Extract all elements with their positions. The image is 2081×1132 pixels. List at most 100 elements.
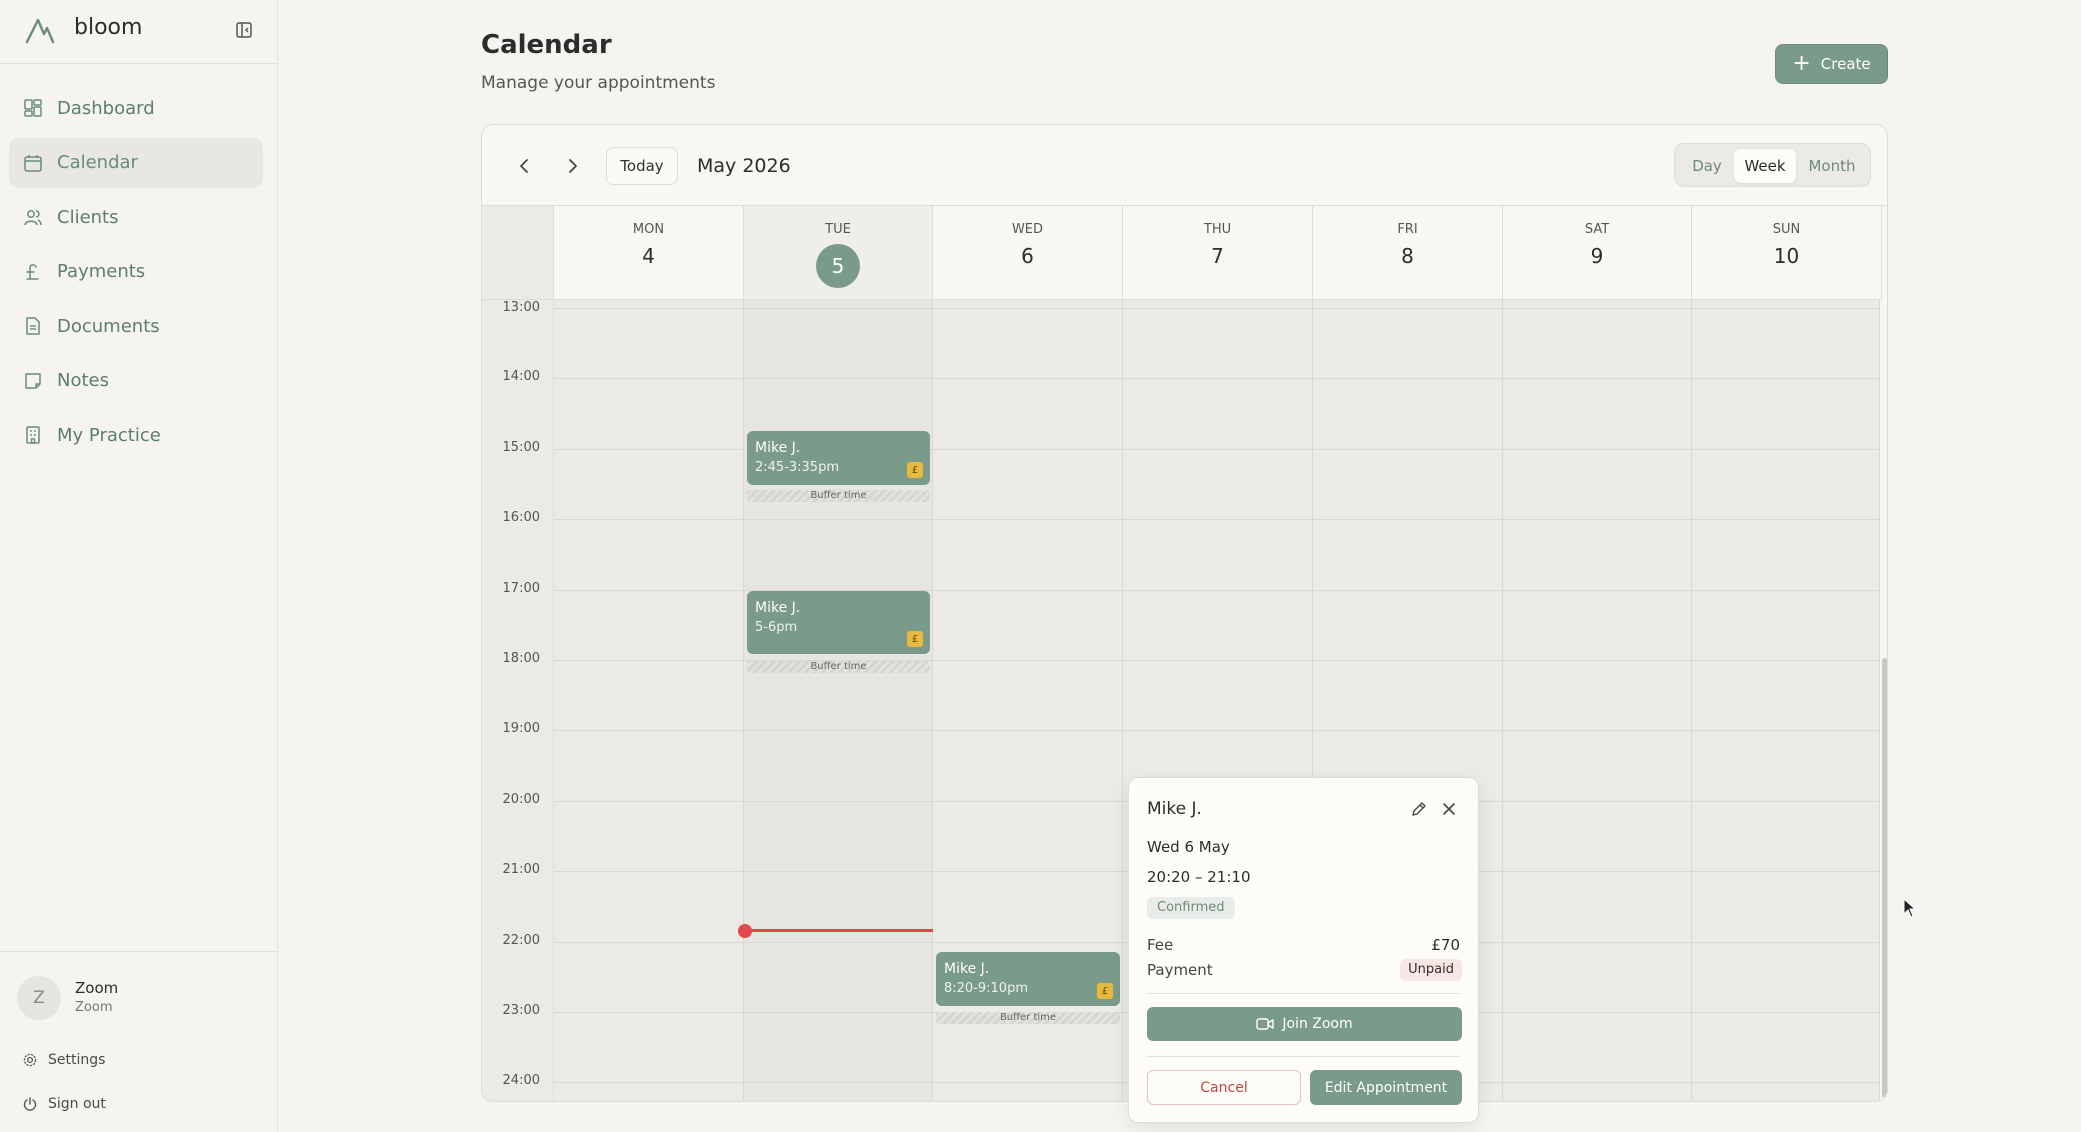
settings-link[interactable]: Settings bbox=[22, 1052, 105, 1068]
sidebar-item-label: Clients bbox=[57, 206, 119, 228]
time-gutter: 13:00 14:00 15:00 16:00 17:00 18:00 19:0… bbox=[482, 300, 554, 1101]
popover-time: 20:20 – 21:10 bbox=[1147, 868, 1251, 886]
chevron-right-icon[interactable] bbox=[561, 155, 583, 177]
fee-badge-icon: £ bbox=[907, 462, 923, 478]
edit-appointment-button[interactable]: Edit Appointment bbox=[1310, 1070, 1462, 1105]
day-header[interactable]: MON 4 bbox=[554, 206, 744, 300]
calendar-icon bbox=[24, 154, 42, 172]
sidebar-item-label: Documents bbox=[57, 315, 160, 337]
view-day-button[interactable]: Day bbox=[1681, 149, 1733, 183]
day-header[interactable]: WED 6 bbox=[933, 206, 1123, 300]
sidebar-item-payments[interactable]: Payments bbox=[9, 247, 263, 297]
today-day-number: 5 bbox=[816, 244, 860, 288]
day-header[interactable]: THU 7 bbox=[1123, 206, 1313, 300]
note-icon bbox=[25, 372, 41, 389]
document-icon bbox=[26, 317, 40, 335]
bloom-logo-icon bbox=[25, 18, 55, 44]
sidebar-collapse-icon[interactable] bbox=[234, 20, 254, 40]
appointment-client: Mike J. bbox=[944, 961, 990, 977]
appointment-block[interactable]: Mike J. 5-6pm £ bbox=[747, 591, 930, 654]
hour-label: 14:00 bbox=[502, 369, 540, 384]
sidebar-item-label: Payments bbox=[57, 261, 146, 282]
pencil-icon[interactable] bbox=[1409, 799, 1429, 819]
sidebar-item-label: Notes bbox=[57, 370, 109, 391]
day-header-today[interactable]: TUE 5 bbox=[744, 206, 933, 300]
cancel-appointment-button[interactable]: Cancel bbox=[1147, 1070, 1301, 1105]
building-icon bbox=[26, 426, 40, 444]
hour-label: 21:00 bbox=[502, 862, 540, 877]
fee-badge-icon: £ bbox=[1097, 983, 1113, 999]
appointment-time: 8:20-9:10pm bbox=[944, 981, 1028, 996]
hour-gridline bbox=[554, 308, 1880, 309]
buffer-time: Buffer time bbox=[747, 490, 930, 502]
brand-name: bloom bbox=[74, 15, 143, 40]
payment-status-badge: Unpaid bbox=[1400, 959, 1462, 981]
hour-gridline bbox=[554, 730, 1880, 731]
join-zoom-label: Join Zoom bbox=[1282, 1016, 1353, 1032]
create-label: Create bbox=[1820, 55, 1871, 73]
appointment-time: 2:45-3:35pm bbox=[755, 460, 839, 475]
month-label: May 2026 bbox=[697, 155, 791, 177]
user-subtitle: Zoom bbox=[75, 1000, 113, 1015]
day-header[interactable]: SAT 9 bbox=[1503, 206, 1692, 300]
power-icon bbox=[23, 1097, 37, 1111]
day-number: 4 bbox=[642, 244, 655, 268]
day-number: 9 bbox=[1590, 244, 1604, 268]
day-number: 10 bbox=[1773, 244, 1800, 268]
hour-label: 24:00 bbox=[502, 1073, 540, 1088]
page-subtitle: Manage your appointments bbox=[481, 73, 716, 93]
plus-icon: + bbox=[1792, 51, 1811, 76]
avatar[interactable]: Z bbox=[17, 976, 61, 1020]
day-number: 7 bbox=[1211, 244, 1224, 268]
appointment-block[interactable]: Mike J. 2:45-3:35pm £ bbox=[747, 431, 930, 485]
sidebar-item-my-practice[interactable]: My Practice bbox=[9, 410, 263, 460]
fee-value: £70 bbox=[1431, 936, 1460, 954]
sidebar-item-clients[interactable]: Clients bbox=[9, 192, 263, 242]
today-button[interactable]: Today bbox=[606, 147, 678, 185]
create-button[interactable]: + Create bbox=[1775, 44, 1888, 84]
day-header[interactable]: FRI 8 bbox=[1313, 206, 1503, 300]
sidebar-item-calendar[interactable]: Calendar bbox=[9, 137, 263, 188]
user-name: Zoom bbox=[75, 979, 119, 997]
hour-label: 13:00 bbox=[502, 300, 540, 315]
hour-label: 18:00 bbox=[502, 651, 540, 666]
sign-out-link[interactable]: Sign out bbox=[22, 1096, 106, 1112]
dashboard-icon bbox=[24, 99, 42, 117]
hour-label: 17:00 bbox=[502, 581, 540, 596]
appointment-client: Mike J. bbox=[755, 600, 801, 616]
day-name: THU bbox=[1203, 222, 1232, 237]
sidebar-item-dashboard[interactable]: Dashboard bbox=[9, 83, 263, 133]
day-header[interactable]: SUN 10 bbox=[1692, 206, 1882, 300]
view-week-button[interactable]: Week bbox=[1734, 149, 1796, 183]
hour-gridline bbox=[554, 378, 1880, 379]
close-icon[interactable] bbox=[1440, 800, 1458, 818]
day-column-mon[interactable] bbox=[554, 300, 744, 1101]
fee-badge-icon: £ bbox=[907, 631, 923, 647]
day-name: FRI bbox=[1397, 222, 1418, 237]
buffer-time: Buffer time bbox=[936, 1012, 1120, 1024]
day-column-tue[interactable] bbox=[744, 300, 933, 1101]
chevron-left-icon[interactable] bbox=[514, 155, 536, 177]
divider bbox=[1147, 1056, 1460, 1057]
appointment-block[interactable]: Mike J. 8:20-9:10pm £ bbox=[936, 952, 1120, 1006]
join-zoom-button[interactable]: Join Zoom bbox=[1147, 1007, 1462, 1041]
day-column-sun[interactable] bbox=[1692, 300, 1880, 1101]
day-name: WED bbox=[1011, 222, 1044, 237]
day-number: 6 bbox=[1021, 244, 1034, 268]
day-name: TUE bbox=[825, 222, 851, 237]
sidebar-item-documents[interactable]: Documents bbox=[9, 301, 263, 351]
view-month-button[interactable]: Month bbox=[1799, 149, 1865, 183]
sidebar-item-label: Dashboard bbox=[57, 97, 155, 119]
hour-label: 20:00 bbox=[502, 792, 540, 807]
sign-out-label: Sign out bbox=[48, 1096, 106, 1112]
video-camera-icon bbox=[1256, 1018, 1275, 1030]
mouse-cursor-icon bbox=[1903, 898, 1917, 918]
calendar-scrollbar[interactable] bbox=[1882, 658, 1887, 1098]
hour-label: 23:00 bbox=[502, 1003, 540, 1018]
day-column-sat[interactable] bbox=[1503, 300, 1692, 1101]
appointment-time: 5-6pm bbox=[755, 620, 798, 635]
popover-client-name: Mike J. bbox=[1147, 799, 1202, 819]
view-switcher: Day Week Month bbox=[1674, 143, 1871, 187]
sidebar-footer: Z Zoom Zoom Settings Sign out bbox=[0, 951, 278, 1132]
sidebar-item-notes[interactable]: Notes bbox=[9, 356, 263, 406]
